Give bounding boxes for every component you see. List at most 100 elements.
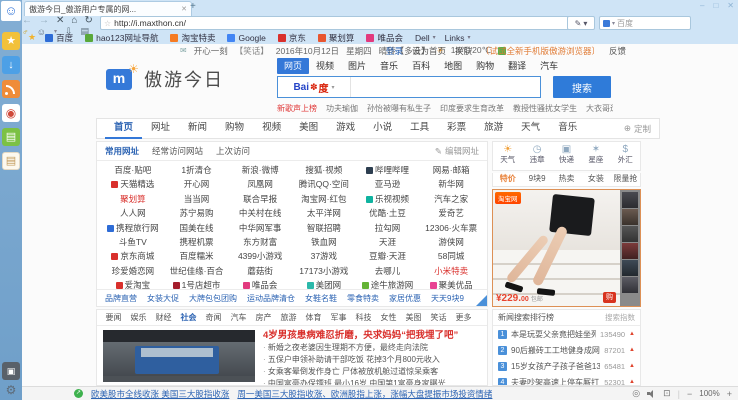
bookmark-item[interactable]: 聚划算 xyxy=(318,32,358,44)
ad-thumbnail-strip[interactable] xyxy=(620,190,640,306)
bookmark-item[interactable]: Dell ▾ xyxy=(415,33,436,43)
ad-thumbnail[interactable] xyxy=(622,209,638,225)
browser-tab[interactable]: 傲游今日_傲游用户专属的网... ✕ xyxy=(24,1,192,16)
search-tab[interactable]: 图片 xyxy=(341,58,373,74)
utility-item[interactable]: ☀ 天气 xyxy=(493,142,522,170)
site-link[interactable]: 智联招聘 xyxy=(292,221,356,235)
site-link[interactable]: 优酷·土豆 xyxy=(356,206,420,220)
site-link[interactable]: 太平洋网 xyxy=(292,206,356,220)
site-link[interactable]: 人人网 xyxy=(101,206,165,220)
hot-word-link[interactable]: 大衣哥遭保安盘问 xyxy=(586,103,613,114)
site-link[interactable]: 百度糯米 xyxy=(165,249,229,263)
bookmark-star-icon[interactable]: ☆ xyxy=(104,19,111,28)
news-tab[interactable]: 要闻 xyxy=(101,310,126,325)
ad-thumbnail[interactable] xyxy=(622,226,638,242)
nav-tab[interactable]: 小说 xyxy=(364,118,401,137)
utility-item[interactable]: ▣ 快递 xyxy=(552,142,581,170)
site-link[interactable]: 蘑菇街 xyxy=(228,264,292,278)
search-engine-selector[interactable]: Bai ✽ 度 ▾ xyxy=(278,77,351,97)
search-tab[interactable]: 翻译 xyxy=(501,58,533,74)
news-tab[interactable]: 社会 xyxy=(176,310,201,325)
site-link[interactable]: 中关村在线 xyxy=(228,206,292,220)
hot-word-link[interactable]: 印度要求生育改革 xyxy=(440,103,504,114)
rank-item[interactable]: 1 本是玩耍父亲竟把娃坐死 135490 ▲ xyxy=(493,326,640,342)
site-link[interactable]: 珍爱婚恋网 xyxy=(101,264,165,278)
news-item[interactable]: 五保户申领补助请干部吃饭 花掉3个月800元收入 xyxy=(263,354,482,366)
site-link[interactable]: 天猫精选 xyxy=(101,177,165,191)
site-link[interactable]: 新浪·微博 xyxy=(228,163,292,177)
site-link[interactable]: 凤凰网 xyxy=(228,177,292,191)
nav-tab[interactable]: 购物 xyxy=(216,118,253,137)
apps-panel-icon[interactable]: ▣ xyxy=(2,362,20,380)
taobao-ad[interactable]: 淘宝网 ¥229.00包邮 购 xyxy=(492,189,641,307)
nav-tab[interactable]: 游戏 xyxy=(327,118,364,137)
site-link[interactable]: 联合早报 xyxy=(228,192,292,206)
speaker-icon[interactable] xyxy=(647,390,656,398)
promo-link[interactable]: 女装大促 xyxy=(147,293,179,304)
bookmark-item[interactable]: 淘宝特卖 xyxy=(170,32,218,44)
news-tab[interactable]: 娱乐 xyxy=(126,310,151,325)
cart-icon[interactable]: 购 xyxy=(603,292,616,303)
promo-link[interactable]: 女鞋名鞋 xyxy=(305,293,337,304)
search-tab[interactable]: 视频 xyxy=(309,58,341,74)
news-tab[interactable]: 笑话 xyxy=(426,310,451,325)
promo-link[interactable]: 零食特卖 xyxy=(347,293,379,304)
address-bar[interactable]: ☆ http://i.maxthon.cn/ xyxy=(100,16,570,30)
news-tab[interactable]: 房产 xyxy=(251,310,276,325)
site-link[interactable]: 小米特卖 xyxy=(419,264,483,278)
news-tab[interactable]: 女性 xyxy=(376,310,401,325)
news-tab[interactable]: 旅游 xyxy=(276,310,301,325)
links-tab[interactable]: 常用网址 xyxy=(105,145,139,157)
bookmark-item[interactable]: Links ▾ xyxy=(445,33,471,43)
corner-expand-icon[interactable] xyxy=(476,295,487,306)
news-tab[interactable]: 更多 xyxy=(451,310,476,325)
quick-search-box[interactable]: ▾ 百度 xyxy=(599,16,691,30)
promo-link[interactable]: 运动品牌清仓 xyxy=(247,293,295,304)
site-link[interactable]: 58同城 xyxy=(419,249,483,263)
new-tab-button[interactable]: + xyxy=(190,1,196,12)
site-logo[interactable]: m☀ 傲游今日 xyxy=(106,66,224,92)
search-tab[interactable]: 百科 xyxy=(405,58,437,74)
download-manager-icon[interactable]: ↓ xyxy=(2,56,20,74)
news-item[interactable]: 女乘客晕倒发作身亡 尸体被放机舱过道惊呆乘客 xyxy=(263,366,482,378)
search-tab[interactable]: 地图 xyxy=(437,58,469,74)
site-link[interactable]: 国美在线 xyxy=(165,221,229,235)
utility-item[interactable]: ◷ 违章 xyxy=(522,142,551,170)
back-icon[interactable]: ← xyxy=(22,15,32,26)
zoom-in-button[interactable]: + xyxy=(727,389,732,399)
info-link[interactable]: 设为首页 xyxy=(412,45,446,57)
promo-link[interactable]: 大牌包包团购 xyxy=(189,293,237,304)
ticker-link[interactable]: 周一美国三大股指收涨、欧洲股指上涨，涨幅大盘提振市场投资情绪 xyxy=(237,388,492,400)
shopping-tab[interactable]: 女装 xyxy=(581,173,610,186)
promo-link[interactable]: 家居优惠 xyxy=(389,293,421,304)
snap-tool-button[interactable]: ✎ ▾ xyxy=(567,16,595,30)
ad-thumbnail[interactable] xyxy=(622,277,638,293)
maximize-button[interactable]: □ xyxy=(713,1,718,10)
news-tab[interactable]: 科技 xyxy=(351,310,376,325)
site-link[interactable]: 网易·邮箱 xyxy=(419,163,483,177)
window-close-button[interactable]: ✕ xyxy=(727,1,734,10)
shopping-tab[interactable]: 热卖 xyxy=(552,173,581,186)
nav-tab[interactable]: 新闻 xyxy=(179,118,216,137)
customize-button[interactable]: ⊕ 定制 xyxy=(624,123,651,135)
utility-item[interactable]: $ 外汇 xyxy=(611,142,640,170)
promo-link[interactable]: 天天9块9 xyxy=(431,293,464,304)
site-link[interactable]: 新华网 xyxy=(419,177,483,191)
notes-app-icon[interactable]: ▤ xyxy=(2,152,20,170)
site-link[interactable]: 东方财富 xyxy=(228,235,292,249)
news-tab[interactable]: 财经 xyxy=(151,310,176,325)
hot-word-link[interactable]: 新歌声上榜 xyxy=(277,103,317,114)
chevron-down-icon[interactable]: ▾ xyxy=(612,20,615,27)
utility-item[interactable]: ✶ 星座 xyxy=(581,142,610,170)
fullscreen-icon[interactable]: ⊡ xyxy=(663,388,671,399)
site-link[interactable]: 37游戏 xyxy=(292,249,356,263)
bookmark-item[interactable]: 京东 xyxy=(278,32,309,44)
zoom-out-button[interactable]: − xyxy=(687,389,692,399)
zoom-level[interactable]: 100% xyxy=(699,389,719,398)
site-link[interactable]: 斗鱼TV xyxy=(101,235,165,249)
ad-thumbnail[interactable] xyxy=(622,192,638,208)
site-link[interactable]: 拉勾网 xyxy=(356,221,420,235)
site-link[interactable]: 豆瓣·天涯 xyxy=(356,249,420,263)
settings-gear-icon[interactable]: ⚙ xyxy=(2,381,20,399)
bookmark-item[interactable]: 百度 xyxy=(45,32,76,44)
